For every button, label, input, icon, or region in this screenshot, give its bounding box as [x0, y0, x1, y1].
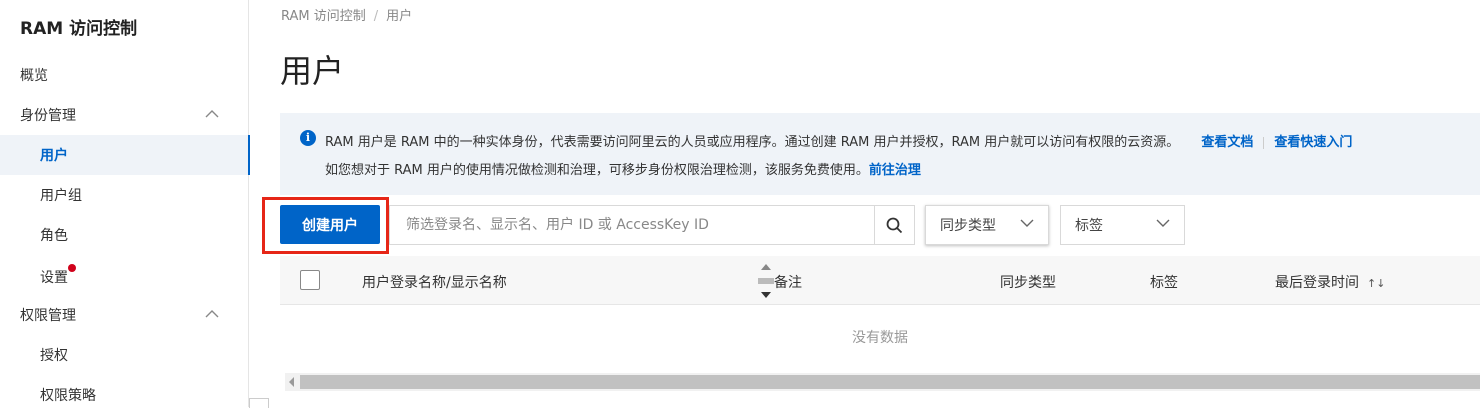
- sidebar-item-label: 权限策略: [40, 388, 96, 404]
- governance-link[interactable]: 前往治理: [869, 163, 921, 178]
- horizontal-scrollbar[interactable]: [285, 373, 1480, 391]
- sidebar-item-users[interactable]: 用户: [0, 135, 250, 175]
- scrollbar-thumb[interactable]: [300, 375, 1480, 389]
- column-header-label: 最后登录时间: [1275, 275, 1359, 291]
- tag-value: 标签: [1075, 218, 1103, 234]
- sidebar-title: RAM 访问控制: [20, 19, 138, 39]
- sidebar-item-label: 角色: [40, 228, 68, 244]
- sidebar-item-overview[interactable]: 概览: [0, 55, 249, 95]
- scroll-left-arrow-icon[interactable]: [289, 377, 294, 387]
- search-box: [389, 205, 915, 245]
- info-notice: i RAM 用户是 RAM 中的一种实体身份，代表需要访问阿里云的人员或应用程序…: [280, 113, 1480, 195]
- sidebar-item-user-groups[interactable]: 用户组: [0, 175, 249, 215]
- search-input[interactable]: [390, 206, 876, 244]
- sidebar-item-policies[interactable]: 权限策略: [0, 375, 249, 415]
- sidebar-item-grants[interactable]: 授权: [0, 335, 249, 375]
- chevron-down-icon: [1156, 219, 1170, 227]
- chevron-up-icon: [205, 110, 219, 118]
- column-header-last-login[interactable]: 最后登录时间 ↑↓: [1275, 272, 1385, 292]
- breadcrumb-separator: /: [373, 9, 379, 24]
- notice-text: 如您想对于 RAM 用户的使用情况做检测和治理，可移步身份权限治理检测，该服务免…: [325, 163, 869, 178]
- sidebar-item-label: 身份管理: [20, 108, 76, 124]
- chevron-down-icon: [1020, 219, 1034, 227]
- chevron-up-icon: [205, 310, 219, 318]
- search-icon: [886, 217, 903, 233]
- sidebar: RAM 访问控制 概览 身份管理 用户 用户组 角色 设置 权限管理 授权 权限…: [0, 0, 250, 407]
- table-header: 用户登录名称/显示名称 备注 同步类型 标签 最后登录时间 ↑↓: [280, 256, 1480, 305]
- sidebar-item-label: 设置: [40, 264, 76, 287]
- sidebar-group-identity[interactable]: 身份管理: [0, 95, 249, 135]
- notice-line-1: RAM 用户是 RAM 中的一种实体身份，代表需要访问阿里云的人员或应用程序。通…: [325, 131, 1352, 150]
- sidebar-item-label: 授权: [40, 348, 68, 364]
- sidebar-item-label: 权限管理: [20, 308, 76, 324]
- column-header-remark: 备注: [774, 275, 802, 291]
- notice-line-2: 如您想对于 RAM 用户的使用情况做检测和治理，可移步身份权限治理检测，该服务免…: [325, 159, 921, 178]
- sync-type-value: 同步类型: [940, 218, 996, 234]
- empty-state: 没有数据: [852, 330, 908, 346]
- breadcrumb-current: 用户: [386, 9, 413, 24]
- sort-icon[interactable]: ↑↓: [1367, 277, 1385, 290]
- column-header-tags: 标签: [1150, 275, 1178, 291]
- breadcrumb: RAM 访问控制 / 用户: [281, 5, 412, 24]
- quick-start-link[interactable]: 查看快速入门: [1274, 135, 1352, 150]
- create-user-button[interactable]: 创建用户: [280, 205, 380, 244]
- sidebar-item-roles[interactable]: 角色: [0, 215, 249, 255]
- sidebar-item-label: 用户组: [40, 188, 82, 204]
- sidebar-group-permissions[interactable]: 权限管理: [0, 295, 249, 335]
- page-title: 用户: [280, 52, 345, 90]
- info-icon: i: [300, 130, 316, 146]
- sidebar-item-settings[interactable]: 设置: [0, 257, 249, 297]
- sync-type-select[interactable]: 同步类型: [925, 205, 1049, 245]
- breadcrumb-root[interactable]: RAM 访问控制: [281, 9, 366, 24]
- column-header-sync-type: 同步类型: [1000, 275, 1056, 291]
- tag-select[interactable]: 标签: [1060, 205, 1185, 245]
- sidebar-item-label: 用户: [40, 148, 68, 164]
- column-header-login-name: 用户登录名称/显示名称: [362, 275, 507, 291]
- link-divider: [1263, 136, 1265, 149]
- notification-dot: [68, 264, 76, 272]
- column-resize-handle[interactable]: [758, 262, 774, 300]
- search-button[interactable]: [874, 206, 914, 244]
- view-docs-link[interactable]: 查看文档: [1201, 135, 1253, 150]
- notice-text: RAM 用户是 RAM 中的一种实体身份，代表需要访问阿里云的人员或应用程序。通…: [325, 135, 1180, 150]
- select-all-checkbox[interactable]: [300, 270, 320, 290]
- sidebar-item-text: 设置: [40, 270, 68, 286]
- main-content: RAM 访问控制 / 用户 用户 i RAM 用户是 RAM 中的一种实体身份，代表…: [250, 0, 1480, 407]
- sidebar-item-label: 概览: [20, 68, 48, 84]
